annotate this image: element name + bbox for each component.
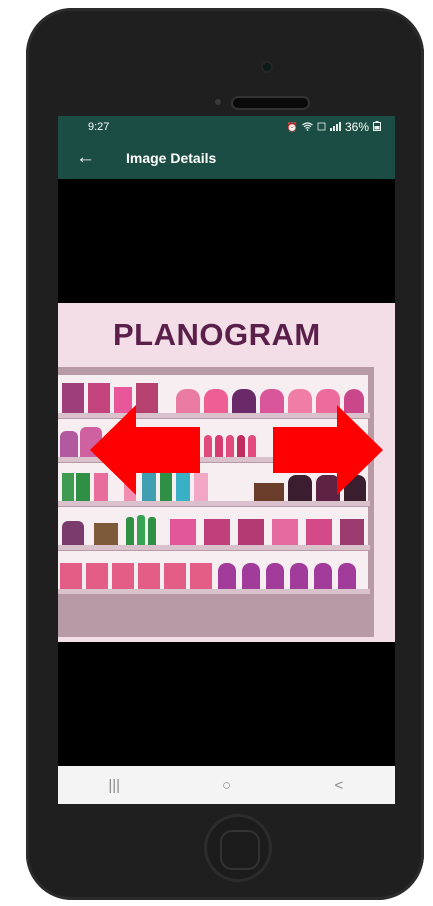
- system-nav-bar: ||| ○ <: [58, 766, 395, 804]
- product-jar: [62, 521, 84, 545]
- product-bottle: [266, 563, 284, 589]
- back-arrow-icon[interactable]: ←: [76, 146, 95, 170]
- back-nav-button[interactable]: <: [283, 777, 395, 794]
- product-box: [306, 519, 332, 545]
- product-box: [112, 563, 134, 589]
- shelf-board: [58, 589, 370, 594]
- product-bottle: [338, 563, 356, 589]
- shelf-board: [58, 501, 370, 506]
- swipe-left-arrow-icon[interactable]: [90, 405, 200, 495]
- product-bottle: [218, 563, 236, 589]
- product-bottle: [242, 563, 260, 589]
- planogram-image[interactable]: PLANOGRAM: [58, 303, 395, 642]
- page-title: Image Details: [126, 150, 217, 166]
- product-bottle: [126, 517, 134, 545]
- recents-button[interactable]: |||: [58, 777, 170, 794]
- product-bottle: [290, 563, 308, 589]
- planogram-heading: PLANOGRAM: [113, 317, 321, 352]
- product-box: [138, 563, 160, 589]
- signal-icon: [329, 121, 341, 133]
- shelf-board: [58, 545, 370, 550]
- shelf-row-4: [58, 507, 368, 545]
- product-box: [164, 563, 186, 589]
- product-tube: [76, 473, 90, 501]
- earpiece-speaker: [233, 98, 308, 108]
- product-bottle: [226, 435, 234, 457]
- product-box: [272, 519, 298, 545]
- product-box: [170, 519, 196, 545]
- home-nav-button[interactable]: ○: [170, 777, 282, 794]
- status-bar: 9:27 ⏰ 36%: [58, 116, 395, 140]
- product-bottle: [204, 435, 212, 457]
- product-bottle: [148, 517, 156, 545]
- product-bottle: [314, 563, 332, 589]
- product-bottle: [60, 431, 78, 457]
- front-camera: [263, 63, 271, 71]
- product-box: [62, 383, 84, 413]
- product-box: [204, 519, 230, 545]
- status-time: 9:27: [88, 121, 110, 133]
- status-icons: ⏰ 36%: [287, 120, 381, 134]
- battery-percent: 36%: [344, 120, 369, 134]
- product-box: [340, 519, 364, 545]
- product-bottle: [237, 435, 245, 457]
- volte-icon: [317, 122, 326, 133]
- product-bottle: [248, 435, 256, 457]
- product-jar: [232, 389, 256, 413]
- product-box: [60, 563, 82, 589]
- product-tube: [62, 473, 74, 501]
- shelf-row-5: [58, 551, 368, 589]
- swipe-right-arrow-icon[interactable]: [273, 405, 383, 495]
- product-box: [94, 523, 118, 545]
- product-bottle: [137, 515, 145, 545]
- proximity-sensor: [215, 99, 221, 105]
- product-bottle: [215, 435, 223, 457]
- alarm-icon: ⏰: [286, 121, 298, 132]
- battery-icon: [373, 121, 381, 133]
- phone-screen: 9:27 ⏰ 36% ← Image Details PLANOGRAM |||…: [58, 116, 395, 804]
- product-jar: [204, 389, 228, 413]
- product-box: [190, 563, 212, 589]
- product-box: [86, 563, 108, 589]
- home-button-icon: [220, 830, 260, 870]
- app-bar: ← Image Details: [58, 140, 395, 179]
- product-box: [238, 519, 264, 545]
- physical-home-button[interactable]: [204, 814, 272, 882]
- wifi-icon: [302, 121, 313, 133]
